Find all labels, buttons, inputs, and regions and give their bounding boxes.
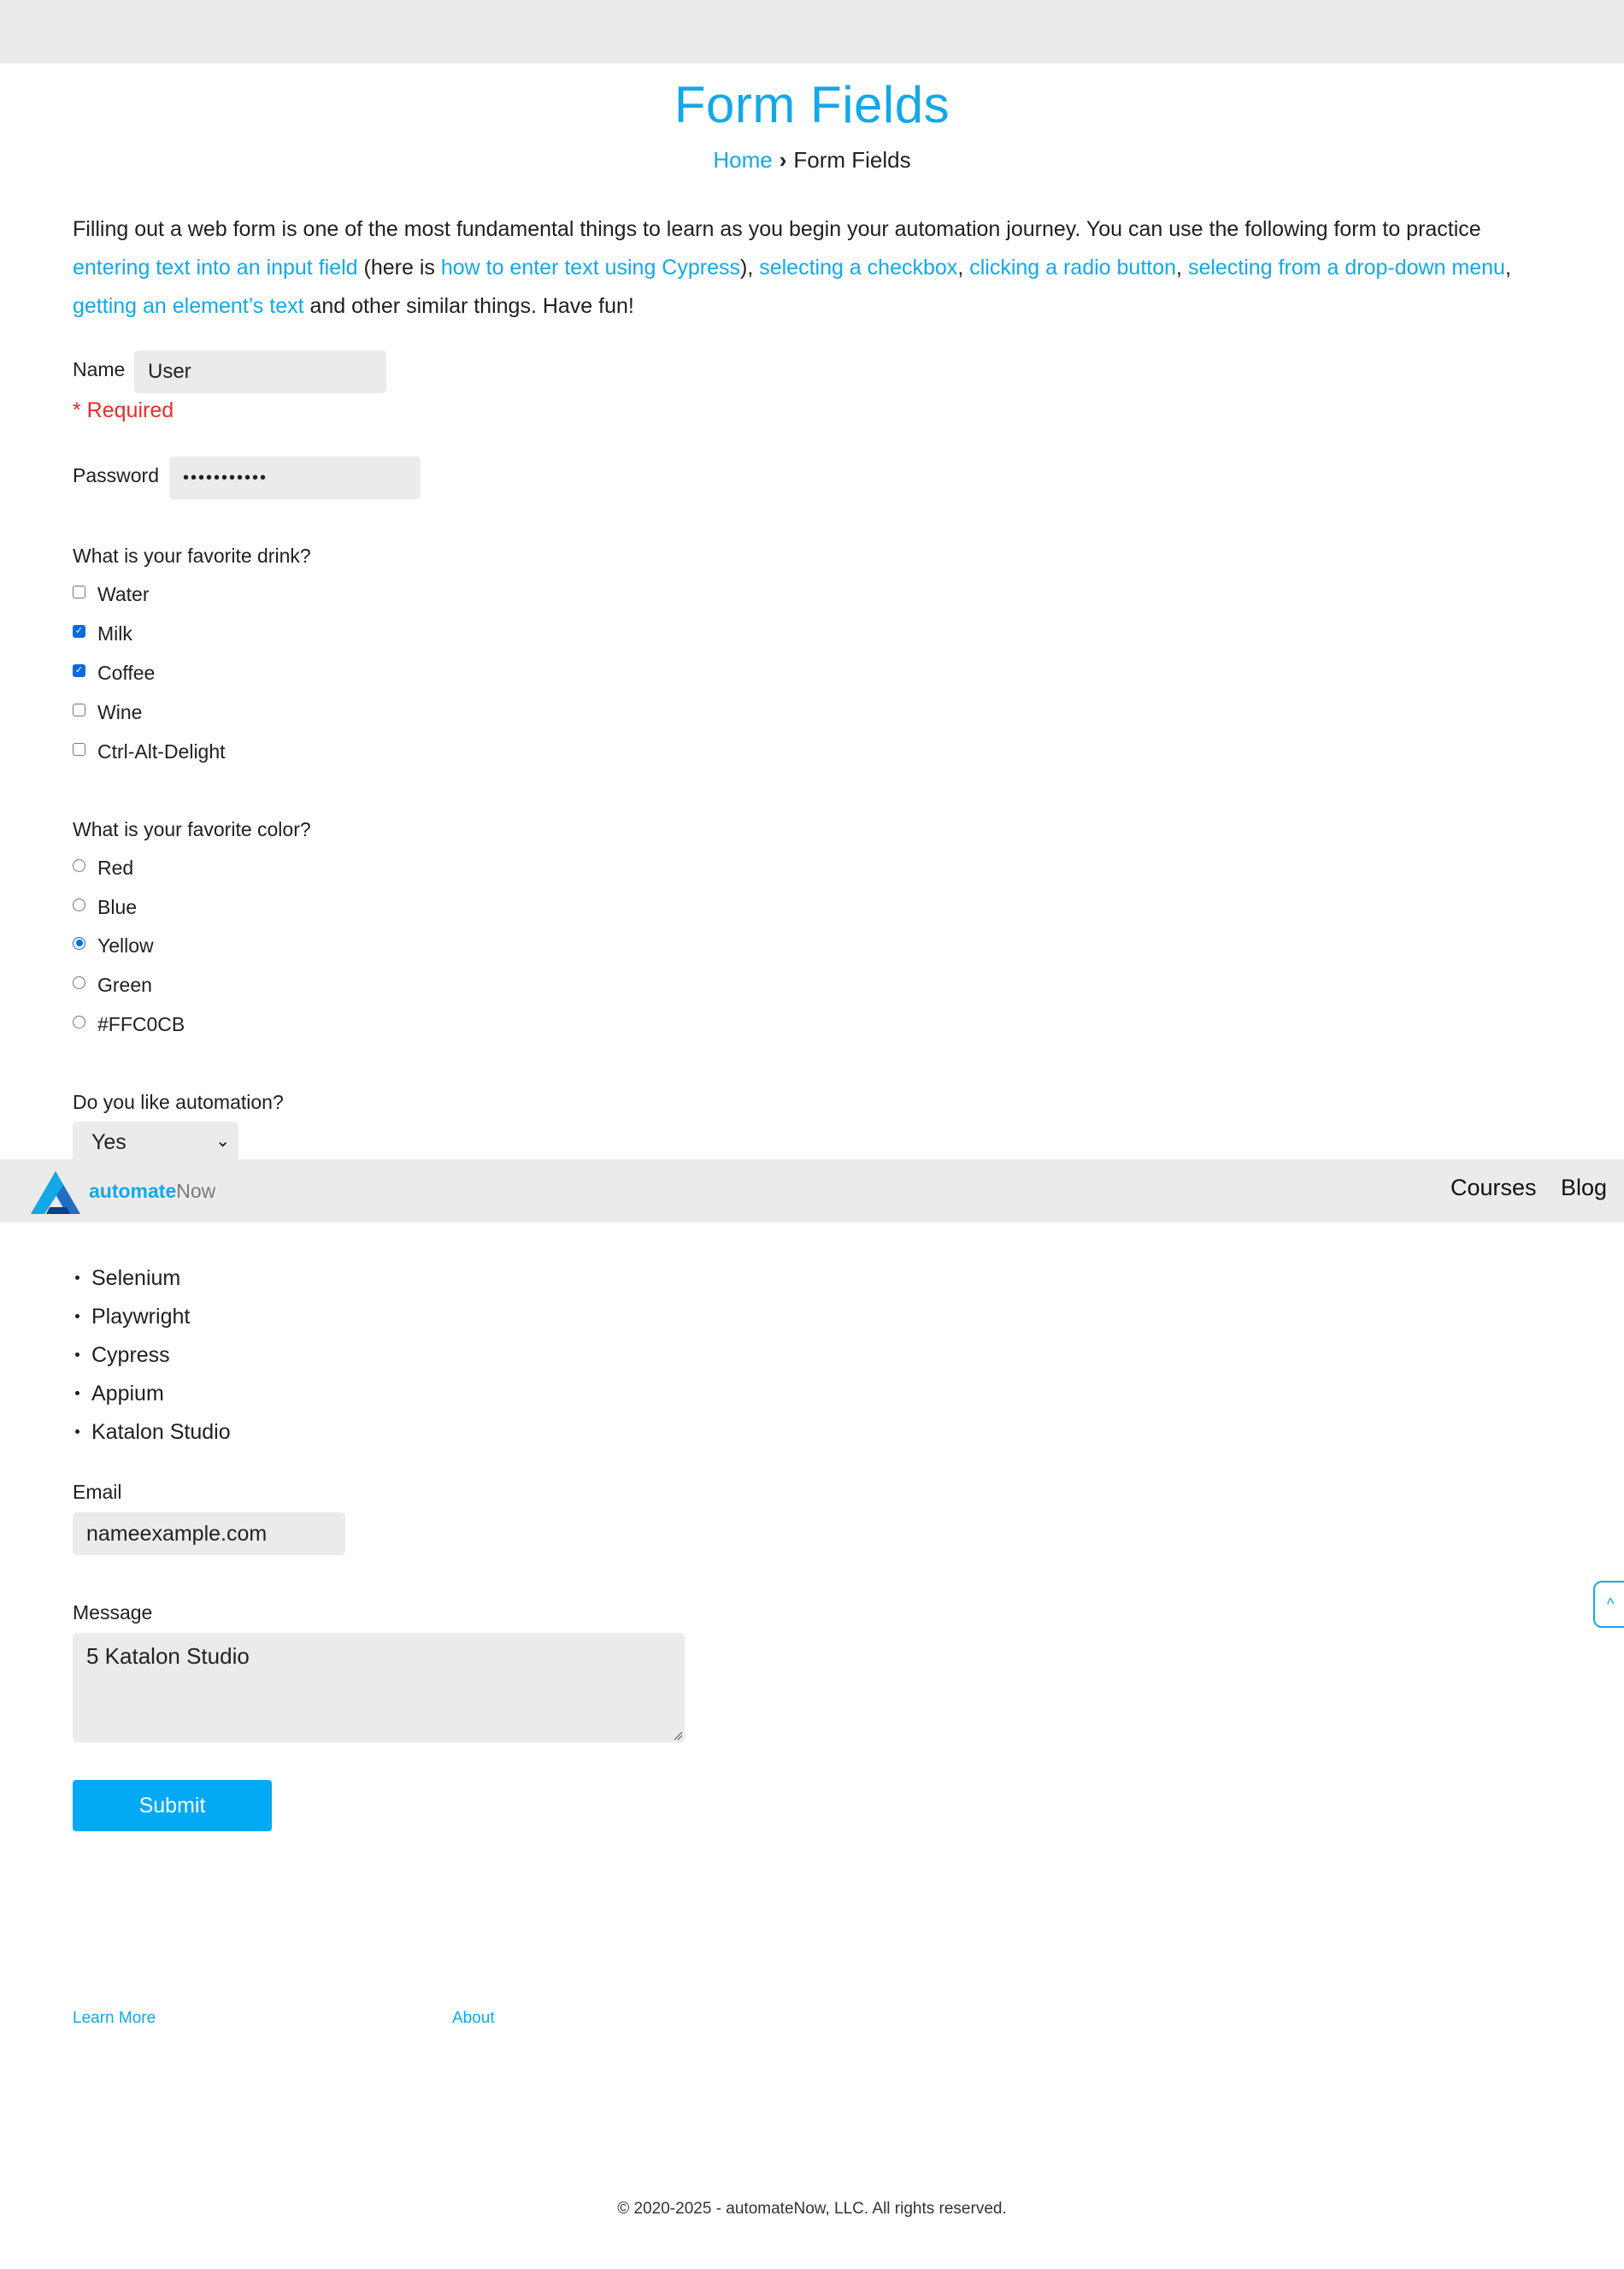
intro-text: , — [1176, 256, 1188, 280]
color-option-blue[interactable]: Blue — [73, 894, 137, 920]
logo-wordmark[interactable]: automateNow — [89, 1180, 215, 1203]
radio-label: Blue — [97, 895, 138, 918]
top-header-band — [0, 0, 1624, 63]
scroll-to-top-button[interactable]: ^ — [1593, 1581, 1624, 1628]
drink-option-water[interactable]: Water — [73, 581, 150, 607]
intro-text: and other similar things. Have fun! — [303, 294, 634, 318]
radio-blue[interactable] — [73, 898, 85, 911]
email-input[interactable] — [73, 1512, 345, 1555]
sticky-nav-bar: automateNow Courses Blog — [0, 1159, 1624, 1223]
message-label: Message — [73, 1601, 153, 1624]
list-item: Selenium — [75, 1266, 180, 1291]
intro-text: , — [957, 256, 970, 280]
checkbox-label: Milk — [97, 622, 132, 645]
required-notice: * Required — [73, 398, 174, 422]
automatenow-logo-icon[interactable] — [29, 1170, 82, 1216]
checkbox-milk[interactable]: ✓ — [73, 624, 85, 638]
checkbox-water[interactable] — [73, 585, 85, 598]
radio-ffc0cb[interactable] — [73, 1015, 85, 1028]
radio-label: Red — [97, 856, 134, 879]
automation-select[interactable]: Yes ⌄ — [73, 1122, 238, 1163]
radio-yellow[interactable] — [73, 936, 85, 950]
page-title: Form Fields — [674, 76, 950, 133]
bullet-icon — [75, 1429, 79, 1434]
radio-label: Green — [97, 973, 152, 996]
radio-label: #FFC0CB — [97, 1012, 185, 1035]
checkbox-label: Coffee — [97, 661, 156, 684]
color-option-pink[interactable]: #FFC0CB — [73, 1011, 185, 1037]
checkbox-label: Ctrl-Alt-Delight — [97, 740, 226, 763]
nav-courses[interactable]: Courses — [1450, 1175, 1537, 1201]
radio-green[interactable] — [73, 975, 85, 989]
drink-option-coffee[interactable]: ✓ Coffee — [73, 660, 155, 686]
automation-question: Do you like automation? — [73, 1091, 284, 1113]
breadcrumb: Home › Form Fields — [0, 147, 1624, 174]
email-label: Email — [73, 1481, 122, 1503]
checkbox-coffee[interactable]: ✓ — [73, 663, 85, 677]
footer-about-link[interactable]: About — [452, 2009, 495, 2028]
checkbox-wine[interactable] — [73, 703, 85, 716]
checkbox-label: Water — [97, 582, 150, 605]
color-option-yellow[interactable]: Yellow — [73, 933, 154, 958]
intro-text: Filling out a web form is one of the mos… — [73, 217, 1481, 241]
intro-paragraph: Filling out a web form is one of the mos… — [73, 210, 1560, 326]
checkbox-ctrl-alt-delight[interactable] — [73, 742, 85, 756]
intro-text: (here is — [357, 256, 441, 280]
radio-label: Yellow — [97, 934, 154, 957]
name-input[interactable] — [134, 351, 386, 393]
link-dropdown[interactable]: selecting from a drop-down menu — [1188, 256, 1505, 280]
bullet-icon — [75, 1352, 79, 1357]
chevron-down-icon: ⌄ — [215, 1132, 230, 1151]
breadcrumb-home-link[interactable]: Home — [713, 147, 772, 173]
password-input[interactable] — [169, 457, 421, 499]
resize-grip-icon[interactable] — [673, 1730, 683, 1741]
bullet-icon — [75, 1390, 79, 1395]
chevron-up-icon: ^ — [1607, 1595, 1615, 1612]
color-option-red[interactable]: Red — [73, 855, 133, 881]
color-option-green[interactable]: Green — [73, 972, 152, 998]
breadcrumb-separator: › — [779, 147, 787, 173]
link-cypress-text[interactable]: how to enter text using Cypress — [441, 256, 740, 280]
list-item: Cypress — [75, 1343, 170, 1368]
bullet-icon — [75, 1275, 79, 1280]
submit-button[interactable]: Submit — [73, 1780, 272, 1831]
name-label: Name — [73, 358, 126, 380]
color-question: What is your favorite color? — [73, 818, 311, 840]
radio-red[interactable] — [73, 858, 85, 872]
drink-option-wine[interactable]: Wine — [73, 699, 142, 725]
link-checkbox[interactable]: selecting a checkbox — [759, 256, 957, 280]
checkbox-label: Wine — [97, 700, 143, 723]
password-label: Password — [73, 464, 159, 486]
link-element-text[interactable]: getting an element’s text — [73, 294, 304, 318]
automation-selected-value: Yes — [91, 1129, 127, 1154]
nav-blog[interactable]: Blog — [1561, 1175, 1607, 1201]
intro-text: , — [1504, 256, 1511, 280]
list-item: Playwright — [75, 1305, 190, 1329]
link-enter-text[interactable]: entering text into an input field — [73, 256, 358, 280]
copyright-text: © 2020-2025 - automateNow, LLC. All righ… — [617, 2200, 1007, 2218]
drink-option-milk[interactable]: ✓ Milk — [73, 621, 132, 646]
footer-learn-more-link[interactable]: Learn More — [73, 2009, 156, 2028]
message-textarea[interactable]: 5 Katalon Studio — [73, 1633, 685, 1742]
link-radio-button[interactable]: clicking a radio button — [969, 256, 1176, 280]
intro-text: ), — [740, 256, 760, 280]
list-item: Katalon Studio — [75, 1420, 231, 1445]
bullet-icon — [75, 1313, 79, 1318]
breadcrumb-current: Form Fields — [793, 147, 911, 173]
drink-question: What is your favorite drink? — [73, 545, 311, 567]
list-item: Appium — [75, 1382, 164, 1406]
drink-option-ctrl-alt-delight[interactable]: Ctrl-Alt-Delight — [73, 739, 226, 764]
